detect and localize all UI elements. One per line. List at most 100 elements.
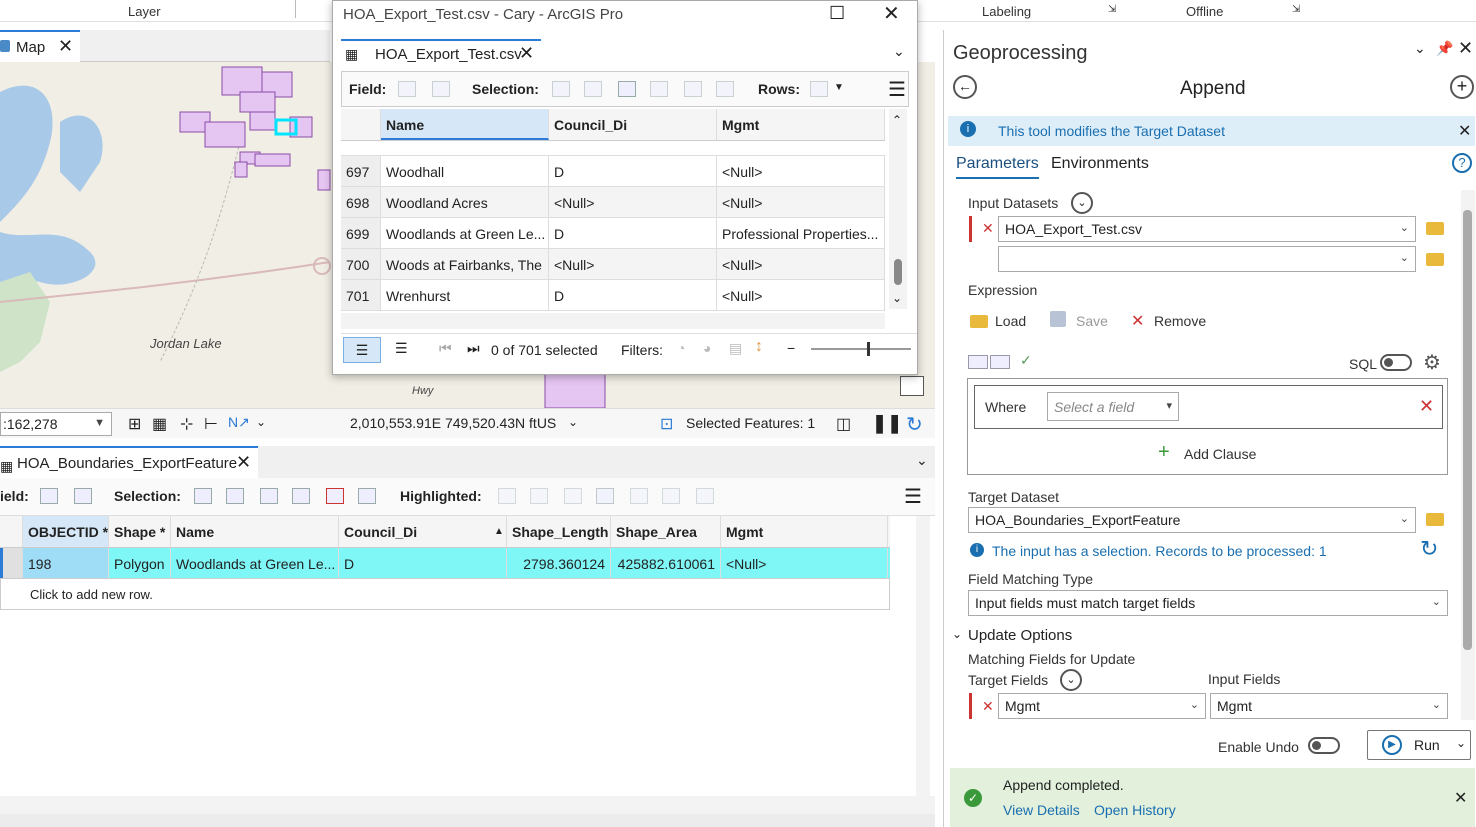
snapping-icon[interactable]: ⊹ bbox=[180, 414, 193, 434]
sql-toggle[interactable] bbox=[1380, 354, 1412, 371]
table-row[interactable]: 698 Woodland Acres <Null> <Null> bbox=[341, 187, 885, 218]
selected-features-count[interactable]: Selected Features: 1 bbox=[686, 415, 815, 431]
highlight-icon[interactable] bbox=[498, 488, 516, 504]
tab-hoa-export[interactable]: ▦ HOA_Export_Test.csv ✕ bbox=[341, 39, 541, 67]
vertical-scrollbar[interactable]: ⌃ ⌄ bbox=[889, 109, 907, 309]
gear-icon[interactable]: ⚙ bbox=[1423, 350, 1441, 375]
expression-mode-icon[interactable] bbox=[968, 355, 988, 369]
filter-icon[interactable]: ◔ bbox=[677, 340, 685, 356]
attribution-icon[interactable] bbox=[900, 376, 924, 396]
clear-selection-icon[interactable] bbox=[650, 81, 668, 97]
chevron-down-icon[interactable]: ⌄ bbox=[1060, 669, 1082, 691]
dialog-launcher-icon[interactable]: ⇲ bbox=[1292, 4, 1300, 15]
close-icon[interactable]: ✕ bbox=[1454, 788, 1467, 808]
folder-icon[interactable] bbox=[1426, 222, 1444, 235]
field-select[interactable]: Select a field ▾ bbox=[1047, 392, 1179, 421]
highlight-icon[interactable] bbox=[662, 488, 680, 504]
cell-council[interactable]: D bbox=[339, 548, 507, 578]
enable-undo-toggle[interactable] bbox=[1308, 737, 1340, 754]
cell-mgmt[interactable]: <Null> bbox=[717, 187, 885, 217]
column-header[interactable]: OBJECTID * bbox=[23, 516, 109, 547]
grid-icon[interactable]: ⊞ bbox=[128, 414, 141, 434]
field-matching-select[interactable]: Input fields must match target fields ⌄ bbox=[968, 590, 1448, 616]
last-record-icon[interactable]: ⏭ bbox=[467, 340, 480, 357]
chevron-up-icon[interactable]: ⌃ bbox=[892, 113, 902, 127]
cell-council[interactable]: <Null> bbox=[549, 187, 717, 217]
cell-mgmt[interactable]: <Null> bbox=[721, 548, 888, 578]
close-icon[interactable]: ✕ bbox=[519, 43, 534, 64]
table-icon[interactable]: ▦ bbox=[152, 414, 167, 434]
cell-mgmt[interactable]: Professional Properties... bbox=[717, 218, 885, 248]
show-all-records-icon[interactable]: ☰ bbox=[343, 337, 381, 363]
pin-icon[interactable]: 📌 bbox=[1436, 40, 1453, 57]
table-row[interactable]: 198 Polygon Woodlands at Green Le... D 2… bbox=[0, 548, 890, 579]
highlight-icon[interactable] bbox=[596, 488, 614, 504]
zoom-slider[interactable] bbox=[811, 348, 911, 350]
cell-name[interactable]: Woodhall bbox=[381, 156, 549, 186]
sort-icon[interactable]: ↕ bbox=[755, 338, 763, 356]
select-features-icon[interactable]: ⊡ bbox=[660, 414, 673, 434]
cell-mgmt[interactable]: <Null> bbox=[717, 156, 885, 186]
select-icon[interactable] bbox=[552, 81, 570, 97]
view-details-link[interactable]: View Details bbox=[1003, 802, 1080, 818]
select-by-attributes-icon[interactable] bbox=[194, 488, 212, 504]
add-field-icon[interactable] bbox=[40, 488, 58, 504]
scale-lock-icon[interactable]: ◫ bbox=[836, 414, 851, 434]
delete-selection-icon[interactable] bbox=[684, 81, 702, 97]
chevron-down-icon[interactable]: ⌄ bbox=[952, 627, 962, 641]
open-history-link[interactable]: Open History bbox=[1094, 802, 1176, 818]
north-arrow-icon[interactable]: N↗ bbox=[228, 414, 250, 431]
scale-select[interactable]: :162,278 ▼ bbox=[0, 412, 112, 436]
scroll-thumb[interactable] bbox=[894, 259, 902, 285]
calculate-field-icon[interactable] bbox=[432, 81, 450, 97]
column-header[interactable]: Shape * bbox=[109, 516, 171, 547]
zoom-to-icon[interactable] bbox=[584, 81, 602, 97]
filter-icon[interactable]: ▤ bbox=[729, 340, 742, 357]
switch-selection-icon[interactable] bbox=[618, 81, 636, 97]
chevron-down-icon[interactable]: ⌄ bbox=[893, 43, 905, 60]
remove-icon[interactable]: ✕ bbox=[982, 220, 994, 237]
input-dataset-field[interactable]: HOA_Export_Test.csv ⌄ bbox=[998, 216, 1416, 242]
check-icon[interactable]: ✓ bbox=[1020, 352, 1032, 369]
tab-hoa-boundaries[interactable]: ▦ HOA_Boundaries_ExportFeature ✕ bbox=[0, 446, 258, 478]
expression-mode-icon[interactable] bbox=[990, 355, 1010, 369]
remove-icon[interactable]: ✕ bbox=[1131, 311, 1144, 331]
save-icon[interactable] bbox=[1050, 311, 1066, 327]
cell-name[interactable]: Wrenhurst bbox=[381, 280, 549, 310]
load-button[interactable]: Load bbox=[995, 313, 1026, 329]
add-row[interactable]: Click to add new row. bbox=[0, 579, 890, 610]
table-row[interactable]: 697 Woodhall D <Null> bbox=[341, 156, 885, 187]
delete-selection-icon[interactable] bbox=[326, 488, 344, 504]
column-header[interactable]: Council_Di bbox=[339, 516, 507, 547]
maximize-icon[interactable]: ☐ bbox=[829, 3, 845, 24]
cell-mgmt[interactable]: <Null> bbox=[717, 280, 885, 310]
add-icon[interactable]: + bbox=[1450, 75, 1474, 99]
cell-mgmt[interactable]: <Null> bbox=[717, 249, 885, 279]
column-header[interactable]: Shape_Area bbox=[611, 516, 721, 547]
chevron-down-icon[interactable]: ⌄ bbox=[1414, 40, 1426, 57]
cell-objectid[interactable]: 198 bbox=[23, 548, 109, 578]
run-button[interactable]: ▶ Run ⌄ bbox=[1367, 730, 1471, 760]
remove-clause-icon[interactable]: ✕ bbox=[1419, 396, 1434, 417]
save-button[interactable]: Save bbox=[1076, 313, 1108, 329]
column-header[interactable]: Mgmt bbox=[717, 109, 885, 140]
chevron-down-icon[interactable]: ▼ bbox=[834, 82, 844, 93]
folder-icon[interactable] bbox=[1426, 513, 1444, 526]
add-icon[interactable]: + bbox=[1158, 441, 1170, 464]
cell-shape-area[interactable]: 425882.610061 bbox=[611, 548, 721, 578]
add-clause-button[interactable]: Add Clause bbox=[1184, 446, 1256, 462]
column-header[interactable]: Name bbox=[381, 109, 549, 140]
vertical-scrollbar[interactable] bbox=[1461, 190, 1475, 720]
remove-button[interactable]: Remove bbox=[1154, 313, 1206, 329]
chevron-down-icon[interactable]: ⌄ bbox=[256, 415, 266, 429]
menu-icon[interactable]: ☰ bbox=[904, 484, 922, 509]
column-header[interactable]: Name bbox=[171, 516, 339, 547]
highlight-icon[interactable] bbox=[564, 488, 582, 504]
back-icon[interactable]: ← bbox=[953, 75, 977, 99]
highlight-icon[interactable] bbox=[696, 488, 714, 504]
cell-council[interactable]: <Null> bbox=[549, 249, 717, 279]
cell-shape[interactable]: Polygon bbox=[109, 548, 171, 578]
filter-icon[interactable]: ◕ bbox=[703, 340, 711, 356]
cell-name[interactable]: Woodlands at Green Le... bbox=[171, 548, 339, 578]
close-icon[interactable]: ✕ bbox=[1458, 38, 1473, 59]
